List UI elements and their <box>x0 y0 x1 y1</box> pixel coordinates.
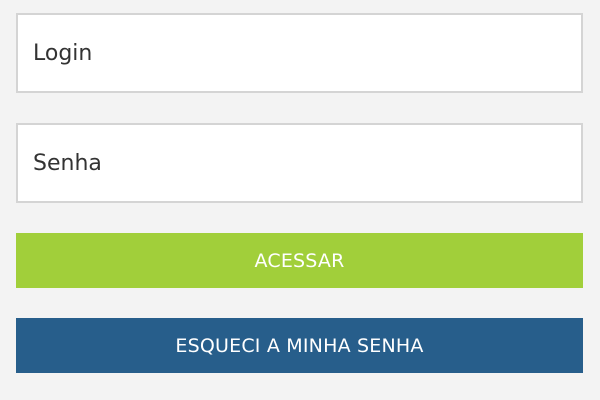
forgot-password-button[interactable]: ESQUECI A MINHA SENHA <box>16 318 583 373</box>
login-input[interactable] <box>16 13 583 93</box>
password-input[interactable] <box>16 123 583 203</box>
login-form: ACESSAR ESQUECI A MINHA SENHA <box>0 0 600 400</box>
submit-button[interactable]: ACESSAR <box>16 233 583 288</box>
